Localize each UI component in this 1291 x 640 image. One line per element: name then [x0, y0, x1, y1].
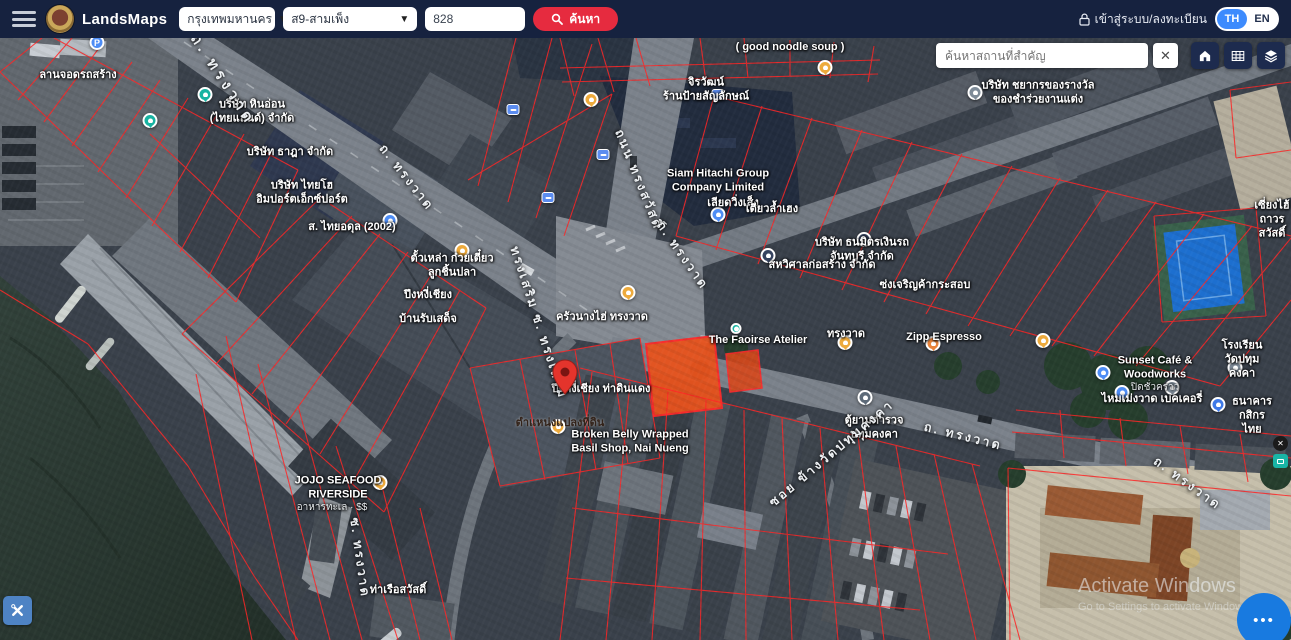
- streetview-camera-icon[interactable]: [1273, 454, 1288, 468]
- layers-icon: [1262, 47, 1280, 65]
- map-pin-teal[interactable]: [143, 113, 158, 128]
- map-pin-dark[interactable]: [857, 232, 872, 247]
- measurement-tools-button[interactable]: [3, 596, 32, 625]
- satellite-imagery: [0, 38, 1291, 640]
- language-toggle: TH EN: [1215, 7, 1279, 31]
- map-pin-food[interactable]: [584, 92, 599, 107]
- search-button-label: ค้นหา: [569, 10, 600, 29]
- map-pin-blue[interactable]: [711, 207, 726, 222]
- map-pin-police[interactable]: [858, 390, 873, 405]
- map-sheet-select[interactable]: ส9-สามเพ็ง ▼: [283, 7, 417, 31]
- map-pin-bank[interactable]: [1211, 397, 1226, 412]
- parcel-number-input[interactable]: [425, 7, 525, 31]
- map-pin-food[interactable]: [455, 243, 470, 258]
- clear-search-button[interactable]: ✕: [1153, 43, 1178, 68]
- map-pin-food[interactable]: [621, 285, 636, 300]
- top-navbar: LandsMaps กรุงเทพมหานคร ▼ ส9-สามเพ็ง ▼ ค…: [0, 0, 1291, 38]
- map-pin-cafe[interactable]: [926, 336, 941, 351]
- poi-search-bar: ✕: [936, 42, 1285, 69]
- map-canvas[interactable]: ( good noodle soup )ลานจอดรถสร้างจิรวัฒน…: [0, 38, 1291, 640]
- chat-button[interactable]: •••: [1237, 593, 1291, 640]
- poi-search-input[interactable]: [936, 43, 1148, 68]
- layers-button[interactable]: [1257, 42, 1285, 69]
- selected-parcel-marker[interactable]: [552, 359, 578, 395]
- dol-logo: [46, 5, 74, 33]
- lang-th-button[interactable]: TH: [1217, 9, 1247, 29]
- login-register-label: เข้าสู่ระบบ/ลงทะเบียน: [1095, 10, 1207, 29]
- map-pin-dark[interactable]: [761, 248, 776, 263]
- province-select[interactable]: กรุงเทพมหานคร ▼: [179, 7, 275, 31]
- lang-en-button[interactable]: EN: [1247, 9, 1277, 29]
- map-pin-food[interactable]: [1036, 333, 1051, 348]
- map-pin-food[interactable]: [551, 419, 566, 434]
- map-pin-gray[interactable]: [1165, 380, 1180, 395]
- home-icon: [1196, 47, 1214, 65]
- search-icon: [551, 13, 563, 25]
- map-pin-gray[interactable]: [1228, 360, 1243, 375]
- map-pin-tealdot[interactable]: [731, 323, 742, 334]
- map-pin-blue[interactable]: [1096, 365, 1111, 380]
- map-pin-blue[interactable]: [383, 213, 398, 228]
- map-pin-shield[interactable]: [542, 192, 555, 203]
- grid-sheets-button[interactable]: [1224, 42, 1252, 69]
- map-pin-shield[interactable]: [507, 104, 520, 115]
- tools-icon: [9, 602, 26, 619]
- province-select-value: กรุงเทพมหานคร: [187, 10, 272, 29]
- map-pin-gray[interactable]: [968, 85, 983, 100]
- app-title: LandsMaps: [82, 11, 167, 28]
- map-pin-food[interactable]: [818, 60, 833, 75]
- map-pin-blue[interactable]: [1115, 385, 1130, 400]
- map-pin-food[interactable]: [373, 475, 388, 490]
- map-pin-food[interactable]: [838, 335, 853, 350]
- map-pin-shield[interactable]: [712, 89, 725, 100]
- login-register-link[interactable]: เข้าสู่ระบบ/ลงทะเบียน: [1079, 10, 1207, 29]
- home-extent-button[interactable]: [1191, 42, 1219, 69]
- map-pin-shield[interactable]: [597, 149, 610, 160]
- hamburger-menu-icon[interactable]: [12, 11, 36, 27]
- lock-icon: [1079, 13, 1090, 26]
- search-button[interactable]: ค้นหา: [533, 7, 618, 31]
- grid-icon: [1229, 47, 1247, 65]
- close-icon[interactable]: ✕: [1273, 436, 1288, 451]
- sheet-select-value: ส9-สามเพ็ง: [291, 10, 349, 29]
- map-pin-teal[interactable]: [198, 87, 213, 102]
- chevron-down-icon: ▼: [399, 14, 409, 25]
